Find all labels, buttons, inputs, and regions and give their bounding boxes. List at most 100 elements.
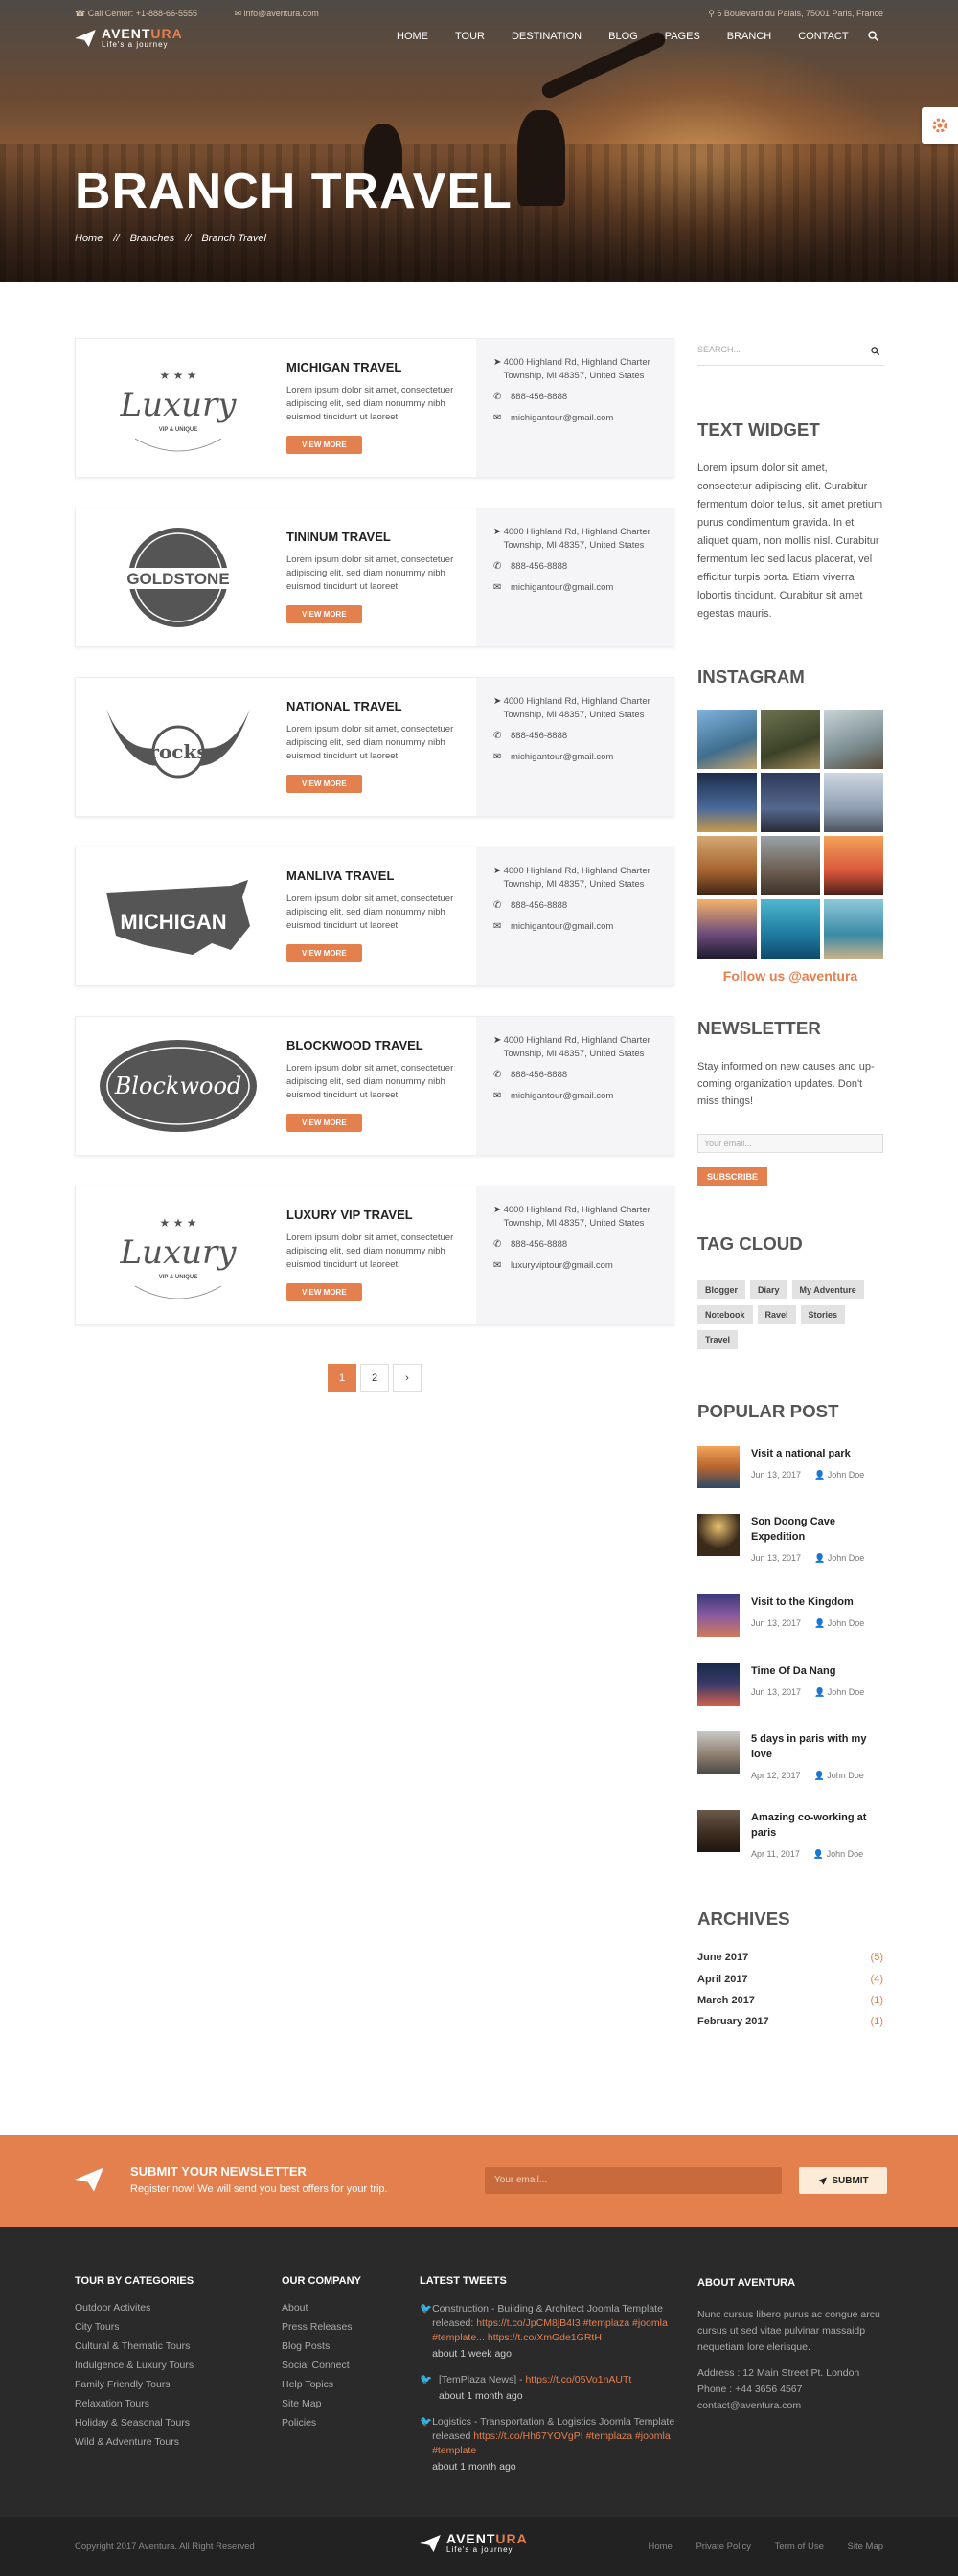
branch-title[interactable]: LUXURY VIP TRAVEL bbox=[286, 1208, 459, 1222]
page-2-button[interactable]: 2 bbox=[360, 1364, 389, 1392]
footer-link[interactable]: Relaxation Tours bbox=[75, 2398, 257, 2409]
post-author[interactable]: John Doe bbox=[827, 1849, 864, 1859]
footer-link[interactable]: Social Connect bbox=[282, 2360, 406, 2371]
bottom-link-privacy[interactable]: Private Policy bbox=[696, 2542, 751, 2552]
view-more-button[interactable]: VIEW MORE bbox=[286, 605, 362, 623]
tag-diary[interactable]: Diary bbox=[750, 1280, 787, 1299]
footer-logo[interactable]: AVENTURA Life's a journey bbox=[420, 2532, 528, 2554]
footer-link[interactable]: Indulgence & Luxury Tours bbox=[75, 2360, 257, 2371]
tag-stories[interactable]: Stories bbox=[800, 1305, 846, 1324]
newsletter-submit-button[interactable]: SUBMIT bbox=[799, 2167, 887, 2194]
instagram-photo[interactable] bbox=[697, 710, 757, 769]
view-more-button[interactable]: VIEW MORE bbox=[286, 1114, 362, 1132]
instagram-photo[interactable] bbox=[761, 773, 820, 832]
instagram-photo[interactable] bbox=[761, 899, 820, 959]
site-logo[interactable]: AVENTURA Life's a journey bbox=[75, 27, 183, 49]
archive-item[interactable]: February 2017 (1) bbox=[697, 2016, 883, 2027]
popular-post[interactable]: Amazing co-working at paris Apr 11, 2017… bbox=[697, 1810, 885, 1859]
branch-email[interactable]: michigantour@gmail.com bbox=[511, 1090, 613, 1103]
popular-post[interactable]: Time Of Da Nang Jun 13, 2017 👤 John Doe bbox=[697, 1663, 883, 1711]
search-icon[interactable] bbox=[867, 31, 878, 41]
instagram-photo[interactable] bbox=[761, 836, 820, 895]
post-title[interactable]: Amazing co-working at paris bbox=[751, 1810, 885, 1841]
post-author[interactable]: John Doe bbox=[828, 1553, 865, 1563]
instagram-photo[interactable] bbox=[761, 710, 820, 769]
breadcrumb-home[interactable]: Home bbox=[75, 233, 103, 244]
menu-tour[interactable]: TOUR bbox=[455, 31, 485, 42]
branch-title[interactable]: NATIONAL TRAVEL bbox=[286, 699, 459, 713]
sidebar-search[interactable]: SEARCH... bbox=[697, 345, 883, 366]
footer-link[interactable]: Cultural & Thematic Tours bbox=[75, 2340, 257, 2352]
menu-destination[interactable]: DESTINATION bbox=[512, 31, 582, 42]
view-more-button[interactable]: VIEW MORE bbox=[286, 436, 362, 454]
footer-link[interactable]: Policies bbox=[282, 2417, 406, 2429]
footer-link[interactable]: Outdoor Activites bbox=[75, 2302, 257, 2314]
post-thumbnail[interactable] bbox=[697, 1446, 740, 1488]
branch-title[interactable]: MANLIVA TRAVEL bbox=[286, 869, 459, 883]
tag-ravel[interactable]: Ravel bbox=[757, 1305, 796, 1324]
about-email[interactable]: contact@aventura.com bbox=[697, 2398, 883, 2414]
post-author[interactable]: John Doe bbox=[828, 1470, 865, 1480]
view-more-button[interactable]: VIEW MORE bbox=[286, 775, 362, 793]
archive-month[interactable]: April 2017 bbox=[697, 1974, 748, 1985]
bottom-link-sitemap[interactable]: Site Map bbox=[848, 2542, 884, 2552]
instagram-photo[interactable] bbox=[697, 773, 757, 832]
instagram-photo[interactable] bbox=[824, 773, 883, 832]
tweet-link[interactable]: https://t.co/05Vo1nAUTt bbox=[525, 2374, 631, 2385]
bottom-link-home[interactable]: Home bbox=[648, 2542, 672, 2552]
popular-post[interactable]: Visit to the Kingdom Jun 13, 2017 👤 John … bbox=[697, 1594, 883, 1642]
branch-email[interactable]: michigantour@gmail.com bbox=[511, 581, 613, 595]
branch-title[interactable]: MICHIGAN TRAVEL bbox=[286, 360, 459, 374]
subscribe-button[interactable]: SUBSCRIBE bbox=[697, 1167, 768, 1186]
instagram-photo[interactable] bbox=[824, 710, 883, 769]
post-thumbnail[interactable] bbox=[697, 1663, 740, 1706]
menu-pages[interactable]: PAGES bbox=[665, 31, 700, 42]
search-icon[interactable] bbox=[871, 347, 879, 355]
footer-link[interactable]: City Tours bbox=[75, 2321, 257, 2333]
footer-link[interactable]: Site Map bbox=[282, 2398, 406, 2409]
tag-notebook[interactable]: Notebook bbox=[697, 1305, 753, 1324]
page-1-button[interactable]: 1 bbox=[328, 1364, 356, 1392]
instagram-photo[interactable] bbox=[697, 899, 757, 959]
branch-title[interactable]: BLOCKWOOD TRAVEL bbox=[286, 1038, 459, 1052]
post-author[interactable]: John Doe bbox=[827, 1771, 864, 1780]
popular-post[interactable]: Son Doong Cave Expedition Jun 13, 2017 👤 … bbox=[697, 1514, 883, 1563]
footer-link[interactable]: Blog Posts bbox=[282, 2340, 406, 2352]
archive-item[interactable]: June 2017 (5) bbox=[697, 1952, 883, 1963]
popular-post[interactable]: 5 days in paris with my love Apr 12, 201… bbox=[697, 1731, 885, 1780]
branch-title[interactable]: TININUM TRAVEL bbox=[286, 530, 459, 544]
post-title[interactable]: Time Of Da Nang bbox=[751, 1663, 885, 1679]
footer-link[interactable]: Wild & Adventure Tours bbox=[75, 2436, 257, 2448]
footer-link[interactable]: Press Releases bbox=[282, 2321, 406, 2333]
branch-email[interactable]: michigantour@gmail.com bbox=[511, 412, 613, 425]
post-title[interactable]: 5 days in paris with my love bbox=[751, 1731, 885, 1762]
branch-email[interactable]: michigantour@gmail.com bbox=[511, 920, 613, 934]
post-title[interactable]: Visit a national park bbox=[751, 1446, 885, 1461]
bottom-link-terms[interactable]: Term of Use bbox=[775, 2542, 824, 2552]
post-author[interactable]: John Doe bbox=[828, 1618, 865, 1628]
archive-month[interactable]: February 2017 bbox=[697, 2016, 769, 2027]
tag-blogger[interactable]: Blogger bbox=[697, 1280, 746, 1299]
search-input[interactable]: SEARCH... bbox=[697, 345, 741, 354]
footer-link[interactable]: About bbox=[282, 2302, 406, 2314]
branch-email[interactable]: luxuryviptour@gmail.com bbox=[511, 1259, 613, 1273]
topbar-email[interactable]: ✉ info@aventura.com bbox=[235, 9, 336, 18]
newsletter-email-input[interactable]: Your email... bbox=[697, 1134, 883, 1153]
instagram-photo[interactable] bbox=[824, 899, 883, 959]
post-title[interactable]: Visit to the Kingdom bbox=[751, 1594, 885, 1610]
footer-link[interactable]: Help Topics bbox=[282, 2379, 406, 2390]
breadcrumb-branches[interactable]: Branches bbox=[130, 233, 174, 244]
post-thumbnail[interactable] bbox=[697, 1594, 740, 1637]
archive-month[interactable]: March 2017 bbox=[697, 1995, 755, 2006]
footer-link[interactable]: Family Friendly Tours bbox=[75, 2379, 257, 2390]
tag-travel[interactable]: Travel bbox=[697, 1330, 739, 1349]
branch-email[interactable]: michigantour@gmail.com bbox=[511, 751, 613, 764]
archive-month[interactable]: June 2017 bbox=[697, 1952, 748, 1963]
view-more-button[interactable]: VIEW MORE bbox=[286, 944, 362, 962]
post-thumbnail[interactable] bbox=[697, 1810, 740, 1852]
follow-instagram-link[interactable]: Follow us @aventura bbox=[697, 968, 883, 983]
newsletter-band-email-input[interactable]: Your email... bbox=[485, 2167, 782, 2194]
menu-branch[interactable]: BRANCH bbox=[727, 31, 771, 42]
archive-item[interactable]: March 2017 (1) bbox=[697, 1995, 883, 2006]
next-page-button[interactable]: › bbox=[393, 1364, 422, 1392]
